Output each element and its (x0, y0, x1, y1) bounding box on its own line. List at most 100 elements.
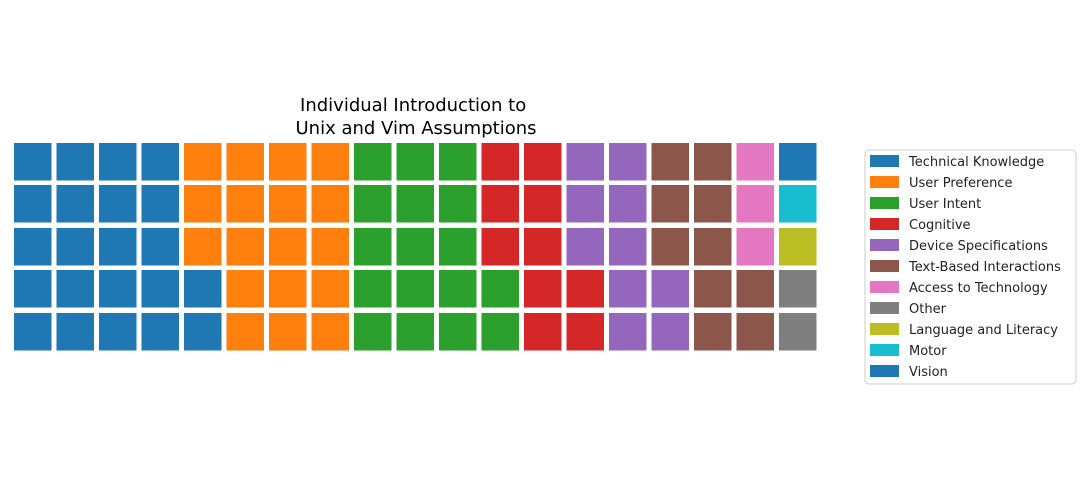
waffle-cell-device-specifications (651, 313, 689, 351)
waffle-cell-device-specifications (609, 185, 647, 223)
waffle-cell-user-preference (226, 143, 264, 181)
waffle-cell-technical-knowledge (99, 143, 137, 181)
legend-label-vision: Vision (909, 365, 948, 380)
waffle-chart: Individual Introduction to Unix and Vim … (14, 95, 1077, 385)
waffle-cell-user-preference (269, 270, 307, 308)
waffle-cell-user-preference (226, 313, 264, 351)
waffle-cell-user-intent (354, 313, 392, 351)
waffle-cell-technical-knowledge (14, 185, 52, 223)
waffle-cell-text-based-interactions (651, 143, 689, 181)
waffle-cell-technical-knowledge (56, 270, 94, 308)
waffle-cell-technical-knowledge (141, 270, 179, 308)
waffle-cell-technical-knowledge (141, 143, 179, 181)
waffle-cell-cognitive (524, 270, 562, 308)
waffle-cell-text-based-interactions (694, 185, 732, 223)
waffle-cell-text-based-interactions (694, 313, 732, 351)
waffle-cell-user-intent (439, 270, 477, 308)
waffle-cell-user-preference (184, 185, 222, 223)
waffle-cell-technical-knowledge (141, 313, 179, 351)
waffle-cell-user-preference (269, 143, 307, 181)
waffle-cell-user-preference (269, 228, 307, 266)
legend-label-device-specifications: Device Specifications (909, 239, 1048, 254)
legend-label-other: Other (909, 302, 947, 317)
waffle-cell-technical-knowledge (14, 228, 52, 266)
waffle-cell-user-intent (481, 270, 519, 308)
waffle-cell-user-intent (354, 228, 392, 266)
legend-label-technical-knowledge: Technical Knowledge (908, 155, 1044, 170)
waffle-cell-technical-knowledge (14, 270, 52, 308)
waffle-cell-cognitive (524, 313, 562, 351)
waffle-cell-user-intent (396, 228, 434, 266)
waffle-cell-cognitive (524, 228, 562, 266)
waffle-cell-technical-knowledge (141, 228, 179, 266)
waffle-cell-device-specifications (609, 270, 647, 308)
waffle-cell-cognitive (481, 185, 519, 223)
waffle-cell-cognitive (524, 143, 562, 181)
legend-label-user-intent: User Intent (909, 197, 981, 212)
waffle-cell-other (779, 313, 817, 351)
waffle-cell-language-and-literacy (779, 228, 817, 266)
waffle-cell-device-specifications (651, 270, 689, 308)
waffle-cell-text-based-interactions (694, 228, 732, 266)
waffle-cell-technical-knowledge (99, 228, 137, 266)
waffle-cell-user-intent (354, 270, 392, 308)
legend-swatch-device-specifications (870, 239, 899, 251)
waffle-cell-cognitive (566, 270, 604, 308)
legend-swatch-cognitive (870, 218, 899, 230)
waffle-cell-cognitive (481, 143, 519, 181)
waffle-cell-technical-knowledge (56, 143, 94, 181)
waffle-cell-user-intent (439, 228, 477, 266)
waffle-cell-user-intent (481, 313, 519, 351)
waffle-cell-user-intent (396, 185, 434, 223)
waffle-cell-technical-knowledge (99, 185, 137, 223)
waffle-cell-device-specifications (566, 228, 604, 266)
waffle-cell-technical-knowledge (56, 228, 94, 266)
legend-swatch-language-and-literacy (870, 323, 899, 335)
waffle-cell-technical-knowledge (184, 313, 222, 351)
waffle-cell-access-to-technology (736, 185, 774, 223)
waffle-cell-user-preference (184, 228, 222, 266)
chart-title-line-1: Individual Introduction to (300, 95, 526, 116)
legend-label-cognitive: Cognitive (909, 218, 971, 233)
waffle-cell-text-based-interactions (736, 270, 774, 308)
waffle-cell-user-preference (184, 143, 222, 181)
waffle-cell-technical-knowledge (14, 313, 52, 351)
legend-swatch-access-to-technology (870, 281, 899, 293)
waffle-cell-user-intent (354, 143, 392, 181)
waffle-cell-device-specifications (609, 228, 647, 266)
waffle-cell-user-intent (439, 313, 477, 351)
waffle-cell-user-intent (396, 143, 434, 181)
waffle-cell-user-intent (439, 143, 477, 181)
waffle-cell-user-preference (269, 185, 307, 223)
waffle-cell-technical-knowledge (99, 270, 137, 308)
waffle-cell-device-specifications (609, 313, 647, 351)
waffle-cell-user-preference (311, 228, 349, 266)
waffle-cell-user-preference (311, 185, 349, 223)
waffle-cell-technical-knowledge (184, 270, 222, 308)
waffle-cell-technical-knowledge (141, 185, 179, 223)
waffle-cell-user-preference (311, 313, 349, 351)
legend-label-user-preference: User Preference (909, 176, 1012, 191)
waffle-cell-cognitive (481, 228, 519, 266)
waffle-cell-user-preference (311, 143, 349, 181)
legend-label-access-to-technology: Access to Technology (909, 281, 1048, 296)
waffle-cell-text-based-interactions (694, 270, 732, 308)
waffle-cell-user-preference (226, 270, 264, 308)
waffle-cell-technical-knowledge (14, 143, 52, 181)
waffle-cell-device-specifications (566, 143, 604, 181)
waffle-cell-cognitive (524, 185, 562, 223)
waffle-cell-user-preference (226, 228, 264, 266)
waffle-cell-user-preference (311, 270, 349, 308)
waffle-cell-text-based-interactions (694, 143, 732, 181)
legend-label-motor: Motor (909, 344, 947, 359)
waffle-cell-user-intent (396, 270, 434, 308)
chart-title-line-2: Unix and Vim Assumptions (295, 118, 536, 139)
waffle-cell-vision (779, 143, 817, 181)
waffle-cell-access-to-technology (736, 143, 774, 181)
waffle-cell-other (779, 270, 817, 308)
waffle-cell-user-preference (269, 313, 307, 351)
waffle-cells (14, 143, 817, 351)
chart-title: Individual Introduction to Unix and Vim … (295, 95, 536, 139)
legend-swatch-text-based-interactions (870, 260, 899, 272)
waffle-cell-text-based-interactions (651, 228, 689, 266)
